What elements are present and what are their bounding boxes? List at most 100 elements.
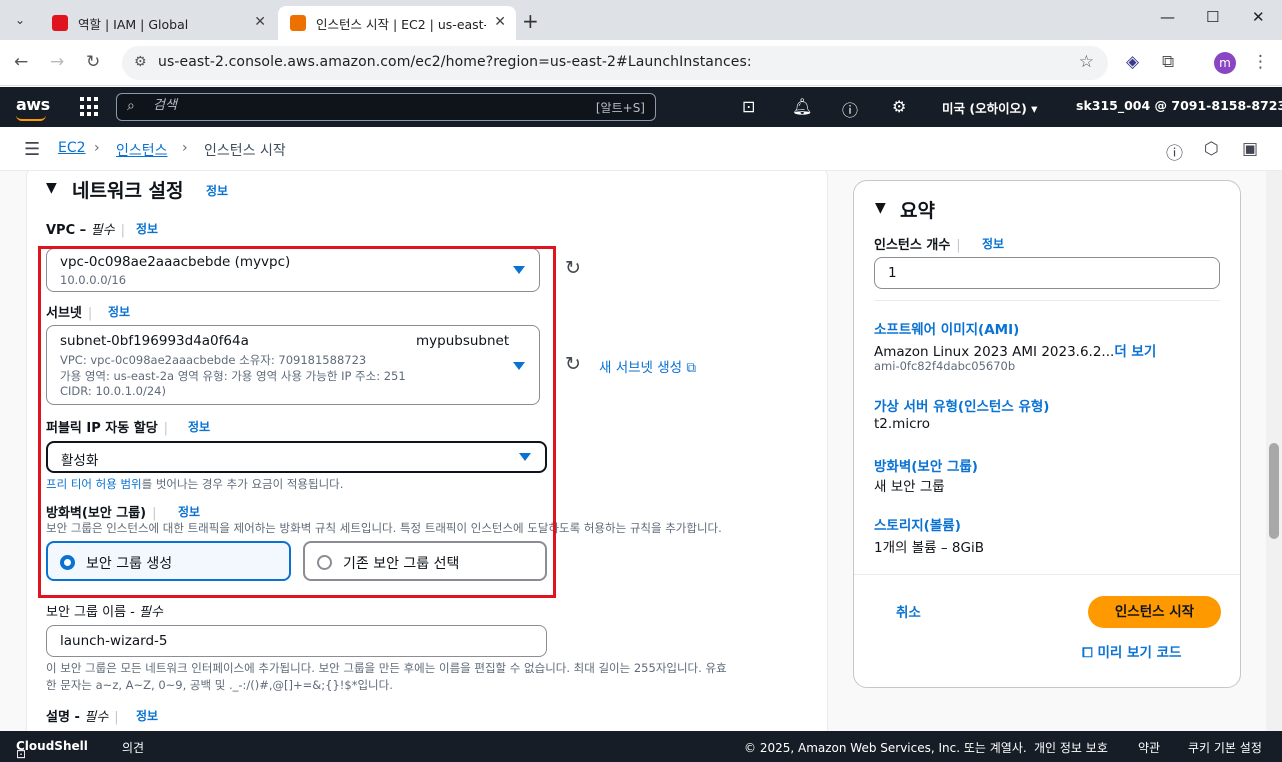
close-icon[interactable]: ✕ (254, 14, 266, 30)
tab-ec2[interactable]: 인스턴스 시작 | EC2 | us-east-2 ✕ (278, 6, 516, 40)
tab-search-icon[interactable]: ⌄ (8, 8, 32, 32)
search-input[interactable] (153, 98, 553, 113)
feedback-button[interactable]: 의견 (122, 739, 144, 756)
vpc-info-link[interactable]: 정보 (136, 220, 158, 237)
instance-type-link[interactable]: 가상 서버 유형(인스턴스 유형) (874, 395, 1049, 415)
sg-name-input[interactable]: launch-wizard-5 (46, 625, 547, 657)
gear-icon[interactable]: ⚙ (892, 97, 906, 116)
aws-top-nav: aws ⌕ [알트+S] ⊡ 🔔︎ ⓘ ⚙ 미국 (오하이오) ▾ sk315_… (0, 87, 1282, 127)
code-preview-icon: ⧠ (1082, 645, 1093, 661)
instance-count-input[interactable]: 1 (874, 257, 1220, 289)
breadcrumb-current: 인스턴스 시작 (204, 143, 286, 159)
tab-title: 역할 | IAM | Global (78, 16, 189, 32)
breadcrumb-bar: ☰ EC2 › 인스턴스 › 인스턴스 시작 ⓘ ⬡ ▣ (0, 127, 1282, 171)
breadcrumb-instances[interactable]: 인스턴스 (116, 140, 168, 160)
browser-tab-strip: ⌄ 역할 | IAM | Global ✕ 인스턴스 시작 | EC2 | us… (0, 0, 1282, 40)
instance-count-label: 인스턴스 개수 | (874, 238, 961, 253)
create-subnet-link[interactable]: 새 서브넷 생성 ⧉ (599, 356, 696, 376)
main-content: ▼ 네트워크 설정 정보 VPC – 필수 | 정보 vpc-0c098ae2aa… (0, 171, 1282, 731)
puzzle-icon[interactable]: ⧉ (1162, 52, 1174, 72)
sg-name-help-1: 이 보안 그룹은 모든 네트워크 인터페이스에 추가됩니다. 보안 그룹을 만든… (46, 661, 727, 675)
sg-name-help-2: 한 문자는 a~z, A~Z, 0~9, 공백 및 ._-:/()#,@[]+=… (46, 678, 393, 692)
iam-favicon-icon (52, 15, 68, 31)
url-omnibox[interactable]: ⚙ us-east-2.console.aws.amazon.com/ec2/h… (122, 46, 1108, 80)
cloudshell-button[interactable]: ⊡ CloudShell (16, 739, 88, 761)
summary-title: 요약 (900, 200, 935, 222)
aws-search-box[interactable]: ⌕ [알트+S] (116, 93, 656, 121)
chevron-right-icon: › (94, 140, 100, 156)
divider (874, 300, 1220, 301)
refresh-icon[interactable]: ↻ (565, 353, 581, 375)
storage-link[interactable]: 스토리지(볼륨) (874, 514, 961, 534)
cancel-button[interactable]: 취소 (896, 601, 921, 621)
services-grid-icon[interactable] (80, 97, 100, 117)
launch-instance-button[interactable]: 인스턴스 시작 (1088, 596, 1221, 628)
refresh-icon[interactable]: ↻ (565, 257, 581, 279)
new-tab-icon[interactable]: + (522, 9, 539, 33)
bell-icon[interactable]: 🔔︎ (792, 97, 812, 116)
privacy-link[interactable]: 개인 정보 보호 (1034, 739, 1108, 756)
ami-more-link[interactable]: 더 보기 (1114, 344, 1156, 360)
sg-name-label-text: 보안 그룹 이름 - (46, 605, 135, 620)
collapse-caret-icon[interactable]: ▼ (46, 180, 57, 196)
required-text: 필수 (84, 710, 109, 725)
back-icon[interactable]: ← (14, 52, 28, 72)
forward-icon[interactable]: → (50, 52, 64, 72)
create-subnet-text: 새 서브넷 생성 (599, 360, 683, 376)
chevron-right-icon: › (182, 140, 188, 156)
scrollbar-thumb[interactable] (1269, 443, 1279, 539)
vpc-label: VPC – 필수 | (46, 223, 125, 238)
more-menu-icon[interactable]: ⋮ (1252, 52, 1269, 72)
menu-icon[interactable]: ☰ (24, 139, 40, 160)
highlight-box (38, 246, 556, 598)
site-info-icon[interactable]: ⚙ (134, 54, 147, 70)
cloudshell-icon[interactable]: ⊡ (742, 97, 755, 116)
ami-value-text: Amazon Linux 2023 AMI 2023.6.2... (874, 344, 1115, 360)
collapse-caret-icon[interactable]: ▼ (875, 200, 886, 216)
ami-link[interactable]: 소프트웨어 이미지(AMI) (874, 318, 1019, 338)
hexagon-icon[interactable]: ⬡ (1204, 139, 1219, 159)
profile-avatar[interactable]: m (1214, 52, 1236, 74)
required-text: 필수 (139, 605, 163, 620)
divider (854, 574, 1240, 575)
instance-count-info-link[interactable]: 정보 (982, 235, 1004, 252)
vpc-label-text: VPC – (46, 223, 87, 238)
external-link-icon: ⧉ (686, 360, 697, 376)
preview-code-button[interactable]: ⧠ 미리 보기 코드 (1082, 641, 1181, 661)
sg-name-label: 보안 그룹 이름 - 필수 (46, 601, 163, 620)
account-menu[interactable]: sk315_004 @ 7091-8158-8723 ▾ (1076, 98, 1282, 113)
storage-value: 1개의 볼륨 – 8GiB (874, 540, 984, 556)
firewall-summary-value: 새 보안 그룹 (874, 479, 945, 495)
ami-id: ami-0fc82f4dabc05670b (874, 359, 1016, 373)
instance-type-value: t2.micro (874, 416, 931, 432)
ec2-favicon-icon (290, 15, 306, 31)
tab-title: 인스턴스 시작 | EC2 | us-east-2 (316, 16, 486, 32)
description-info-link[interactable]: 정보 (136, 707, 158, 724)
minimize-icon[interactable]: — (1160, 8, 1175, 26)
help-icon[interactable]: ⓘ (842, 97, 858, 121)
window-close-icon[interactable]: ✕ (1252, 8, 1265, 26)
info-icon[interactable]: ⓘ (1166, 139, 1183, 164)
maximize-icon[interactable]: ☐ (1206, 8, 1219, 26)
cookie-settings-link[interactable]: 쿠키 기본 설정 (1188, 739, 1262, 756)
aws-logo[interactable]: aws (16, 95, 50, 121)
extension-icon[interactable]: ◈ (1126, 52, 1139, 72)
bookmark-star-icon[interactable]: ☆ (1079, 52, 1094, 72)
feedback-icon[interactable]: ▣ (1242, 139, 1258, 159)
section-title: 네트워크 설정 (72, 180, 184, 202)
preview-code-text: 미리 보기 코드 (1097, 645, 1182, 661)
reload-icon[interactable]: ↻ (86, 52, 100, 72)
region-selector[interactable]: 미국 (오하이오) ▾ (942, 98, 1037, 117)
tab-iam[interactable]: 역할 | IAM | Global ✕ (40, 6, 276, 40)
terms-link[interactable]: 약관 (1138, 739, 1160, 756)
console-footer: ⊡ CloudShell 의견 © 2025, Amazon Web Servi… (0, 731, 1282, 762)
info-link[interactable]: 정보 (206, 182, 228, 199)
url-text[interactable]: us-east-2.console.aws.amazon.com/ec2/hom… (158, 54, 752, 70)
search-shortcut: [알트+S] (595, 101, 645, 115)
firewall-summary-link[interactable]: 방화벽(보안 그룹) (874, 455, 978, 475)
close-icon[interactable]: ✕ (494, 14, 506, 30)
breadcrumb-ec2[interactable]: EC2 (58, 140, 86, 156)
search-icon: ⌕ (127, 98, 135, 114)
instance-count-label-text: 인스턴스 개수 (874, 238, 951, 253)
description-label: 설명 - 필수 | (46, 710, 119, 725)
